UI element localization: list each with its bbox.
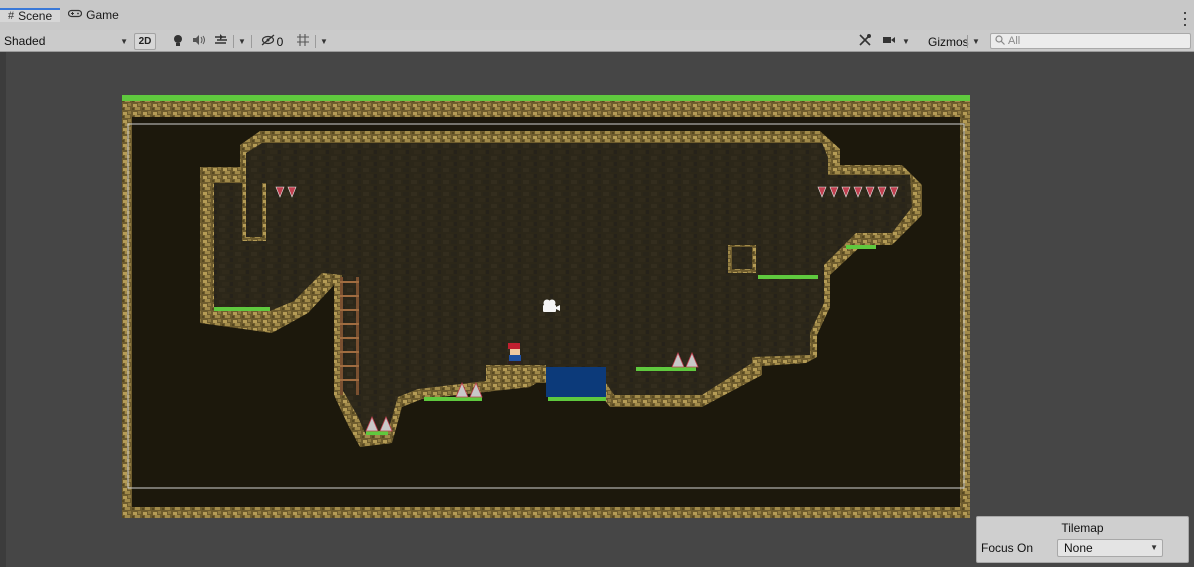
overlay-title: Tilemap bbox=[1061, 521, 1104, 535]
search-icon bbox=[995, 34, 1005, 48]
gamepad-icon bbox=[68, 9, 83, 21]
grid-snap-icon bbox=[296, 33, 310, 50]
2d-mode-button[interactable]: 2D bbox=[134, 33, 156, 50]
tab-game[interactable]: Game bbox=[60, 8, 127, 22]
lighting-toggle-button[interactable] bbox=[170, 33, 186, 50]
speaker-icon bbox=[192, 35, 206, 48]
tab-scene-label: Scene bbox=[18, 9, 53, 23]
rock-step bbox=[486, 365, 546, 383]
chevron-down-icon: ▼ bbox=[902, 37, 910, 46]
effects-dropdown[interactable]: ▼ bbox=[236, 33, 248, 50]
search-input[interactable]: All bbox=[990, 33, 1191, 49]
rock-bump-inner bbox=[732, 247, 752, 269]
camera-icon bbox=[882, 35, 896, 48]
tab-scene[interactable]: # Scene bbox=[0, 8, 61, 23]
camera-dropdown[interactable]: ▼ bbox=[900, 33, 912, 50]
hidden-count: 0 bbox=[276, 34, 284, 49]
tools-icon bbox=[858, 33, 872, 50]
pillar-gap bbox=[246, 183, 262, 237]
chevron-down-icon: ▼ bbox=[120, 37, 128, 46]
scene-camera-icon[interactable] bbox=[541, 299, 561, 313]
audio-toggle-button[interactable] bbox=[190, 33, 208, 50]
grid-icon: # bbox=[8, 10, 15, 22]
scene-viewport[interactable] bbox=[0, 52, 1194, 567]
hidden-objects-toggle[interactable]: 0 bbox=[256, 33, 288, 50]
scene-toolbar: Shaded ▼ 2D ▼ 0 ▼ ▼ Gizmos ▼ All bbox=[0, 30, 1194, 52]
chevron-down-icon: ▼ bbox=[320, 37, 328, 46]
toolbar-divider bbox=[967, 35, 968, 48]
effects-toggle-button[interactable] bbox=[212, 33, 230, 50]
chevron-down-icon: ▼ bbox=[238, 37, 246, 46]
eye-slash-icon bbox=[261, 34, 275, 49]
lightbulb-icon bbox=[173, 34, 183, 50]
grass-ledge bbox=[214, 307, 270, 311]
scene-window: # Scene Game Shaded ▼ 2D ▼ 0 ▼ ▼ Gizmos … bbox=[0, 0, 1194, 567]
2d-mode-label: 2D bbox=[138, 36, 152, 47]
viewport-edge bbox=[0, 52, 6, 567]
top-grass-strip bbox=[122, 95, 970, 101]
gizmos-label: Gizmos bbox=[928, 34, 969, 49]
effects-icon bbox=[214, 34, 228, 49]
grass-ledge bbox=[758, 275, 818, 279]
chevron-down-icon: ▼ bbox=[1150, 543, 1158, 552]
camera-settings-button[interactable] bbox=[880, 33, 898, 50]
water-pool bbox=[546, 367, 606, 397]
grass-ledge bbox=[636, 367, 696, 371]
focus-on-value: None bbox=[1064, 541, 1093, 555]
grass-ledge bbox=[548, 397, 606, 401]
grass-ledge bbox=[846, 245, 876, 249]
focus-on-dropdown[interactable]: None ▼ bbox=[1057, 539, 1163, 557]
tools-button[interactable] bbox=[856, 33, 874, 50]
toolbar-divider bbox=[315, 35, 316, 48]
gizmos-dropdown[interactable]: ▼ bbox=[970, 33, 982, 50]
tab-bar: # Scene Game bbox=[0, 0, 1194, 30]
search-placeholder: All bbox=[1008, 35, 1021, 47]
tilemap-overlay: Tilemap Focus On None ▼ bbox=[976, 516, 1189, 563]
grid-dropdown[interactable]: ▼ bbox=[318, 33, 330, 50]
shading-mode-label: Shaded bbox=[4, 34, 46, 48]
grass-ledge bbox=[366, 431, 388, 435]
toolbar-divider bbox=[233, 35, 234, 48]
grass-ledge bbox=[424, 397, 482, 401]
tab-game-label: Game bbox=[86, 8, 119, 22]
gizmos-button[interactable]: Gizmos bbox=[928, 33, 969, 50]
chevron-down-icon: ▼ bbox=[972, 37, 980, 46]
toolbar-divider bbox=[251, 35, 252, 48]
more-options-icon[interactable] bbox=[1184, 12, 1188, 26]
shading-mode-dropdown[interactable]: Shaded ▼ bbox=[4, 33, 132, 50]
grid-snap-button[interactable] bbox=[294, 33, 312, 50]
focus-on-label: Focus On bbox=[981, 541, 1034, 555]
